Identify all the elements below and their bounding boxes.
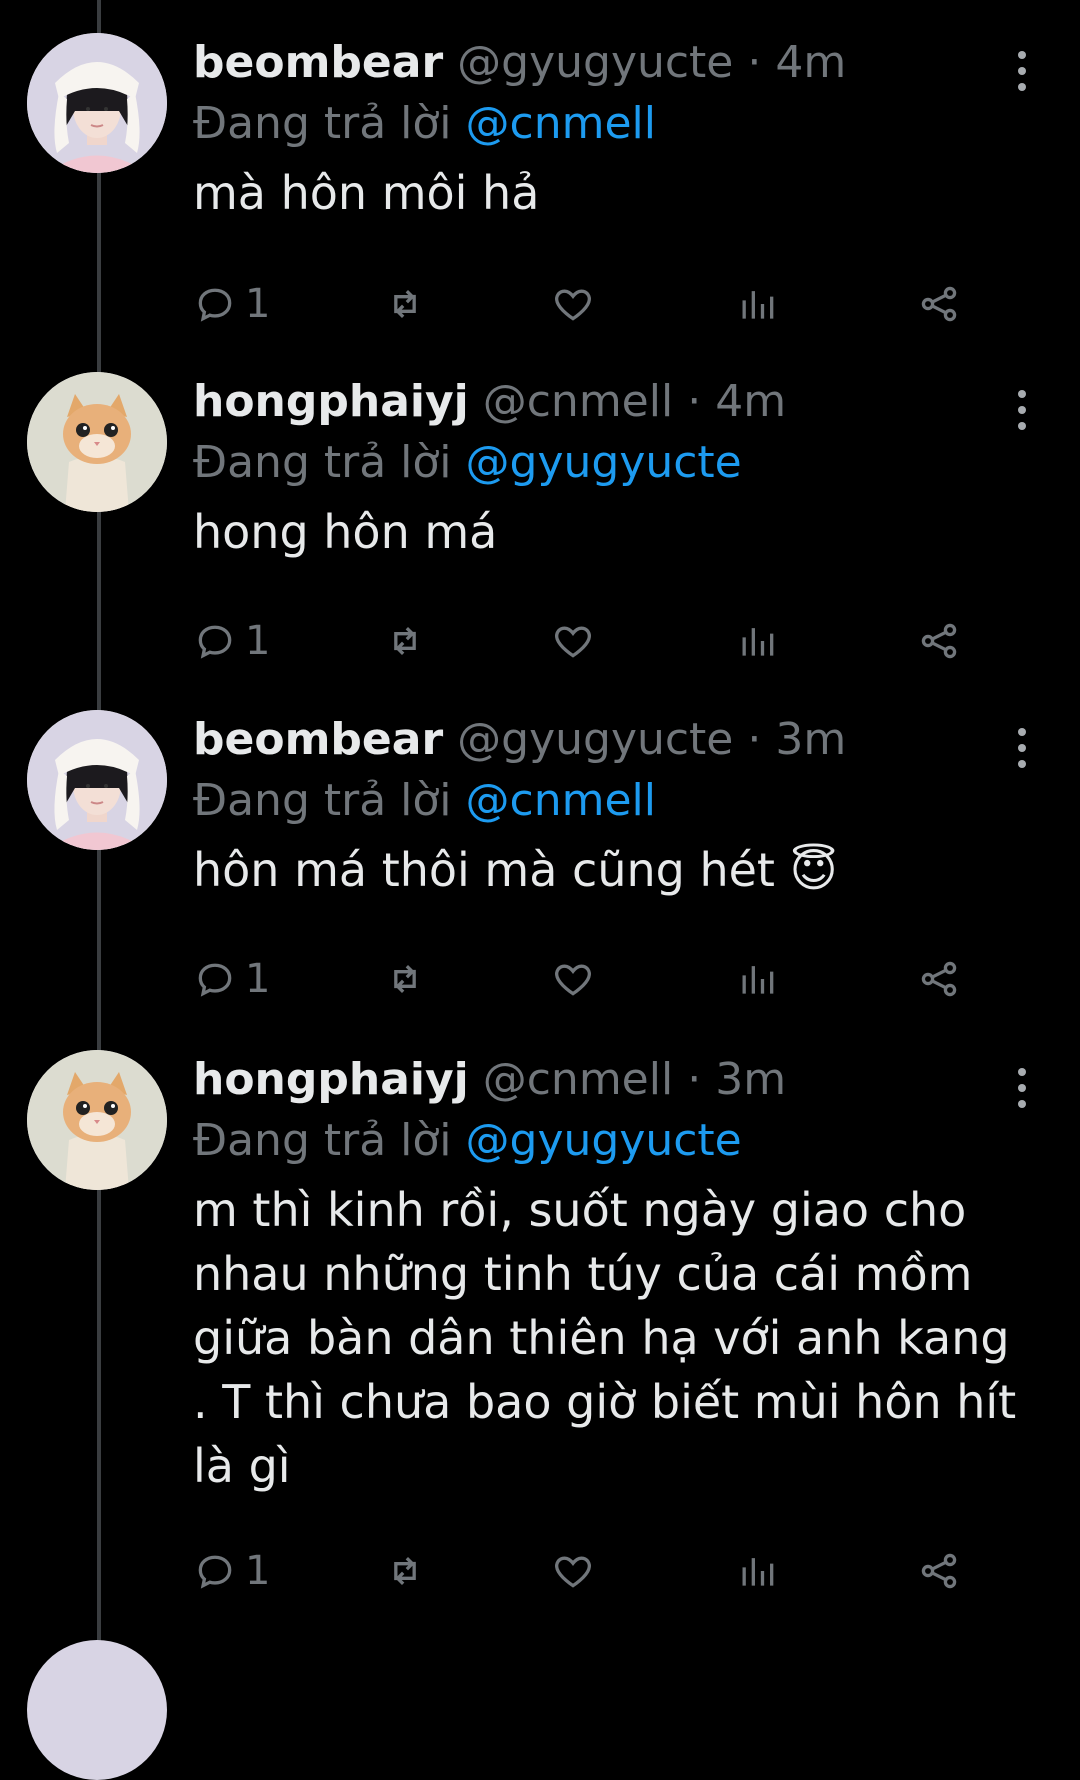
- retweet-button[interactable]: [383, 279, 427, 329]
- share-icon: [921, 286, 957, 322]
- reply-prefix: Đang trả lời: [193, 775, 452, 826]
- user-handle[interactable]: @cnmell: [483, 376, 673, 427]
- reply-mention[interactable]: @gyugyucte: [466, 1115, 742, 1166]
- reply-context: Đang trả lời @gyugyucte: [193, 1110, 1020, 1172]
- more-options-icon[interactable]: [1010, 51, 1034, 91]
- retweet-icon: [394, 626, 416, 656]
- timestamp[interactable]: 4m: [775, 37, 846, 88]
- avatar[interactable]: [27, 710, 167, 850]
- reply-mention[interactable]: @cnmell: [466, 98, 656, 149]
- views-button[interactable]: [735, 616, 779, 666]
- views-button[interactable]: [735, 1546, 779, 1596]
- retweet-button[interactable]: [383, 954, 427, 1004]
- tweet-text: mà hôn môi hả: [193, 166, 540, 220]
- share-icon: [921, 623, 957, 659]
- bar-chart-icon: [742, 291, 774, 319]
- reply-button[interactable]: 1: [193, 616, 270, 666]
- reply-button[interactable]: 1: [193, 954, 270, 1004]
- reply-icon: [198, 963, 232, 997]
- reply-count: 1: [245, 956, 271, 1002]
- reply-count: 1: [245, 281, 271, 327]
- views-button[interactable]: [735, 279, 779, 329]
- retweet-button[interactable]: [383, 1546, 427, 1596]
- bar-chart-icon: [742, 628, 774, 656]
- avatar[interactable]: [27, 1050, 167, 1190]
- reply-mention[interactable]: @gyugyucte: [466, 437, 742, 488]
- share-button[interactable]: [917, 279, 961, 329]
- like-button[interactable]: [551, 616, 595, 666]
- reply-count: 1: [245, 618, 271, 664]
- reply-count: 1: [245, 1548, 271, 1594]
- separator-dot: ·: [687, 1054, 702, 1105]
- timestamp[interactable]: 4m: [715, 376, 786, 427]
- avatar[interactable]: [27, 33, 167, 173]
- views-button[interactable]: [735, 954, 779, 1004]
- heart-icon: [555, 1556, 591, 1588]
- avatar[interactable]: [27, 372, 167, 512]
- retweet-icon: [394, 964, 416, 994]
- reply-icon: [198, 1555, 232, 1589]
- user-handle[interactable]: @gyugyucte: [457, 37, 733, 88]
- reply-icon: [198, 288, 232, 322]
- reply-prefix: Đang trả lời: [193, 1115, 452, 1166]
- display-name[interactable]: hongphaiyj: [193, 1054, 469, 1105]
- user-handle[interactable]: @gyugyucte: [457, 714, 733, 765]
- reply-context: Đang trả lời @gyugyucte: [193, 432, 1020, 494]
- share-button[interactable]: [917, 954, 961, 1004]
- display-name[interactable]: hongphaiyj: [193, 376, 469, 427]
- tweet-actions: 1: [193, 1546, 1023, 1596]
- avatar[interactable]: [27, 1640, 167, 1780]
- tweet-actions: 1: [193, 954, 1023, 1004]
- retweet-button[interactable]: [383, 616, 427, 666]
- separator-dot: ·: [687, 376, 702, 427]
- bar-chart-icon: [742, 966, 774, 994]
- display-name[interactable]: beombear: [193, 714, 443, 765]
- tweet-actions: 1: [193, 279, 1023, 329]
- timestamp[interactable]: 3m: [715, 1054, 786, 1105]
- heart-icon: [555, 626, 591, 658]
- heart-icon: [555, 289, 591, 321]
- reply-icon: [198, 625, 232, 659]
- reply-context: Đang trả lời @cnmell: [193, 93, 1020, 155]
- like-button[interactable]: [551, 1546, 595, 1596]
- more-options-icon[interactable]: [1010, 1068, 1034, 1108]
- tweet-text: m thì kinh rồi, suốt ngày giao cho nhau …: [193, 1183, 1017, 1493]
- reply-button[interactable]: 1: [193, 279, 270, 329]
- more-options-icon[interactable]: [1010, 728, 1034, 768]
- like-button[interactable]: [551, 279, 595, 329]
- bar-chart-icon: [742, 1558, 774, 1586]
- share-icon: [921, 1553, 957, 1589]
- share-button[interactable]: [917, 1546, 961, 1596]
- separator-dot: ·: [747, 37, 762, 88]
- share-button[interactable]: [917, 616, 961, 666]
- like-button[interactable]: [551, 954, 595, 1004]
- retweet-icon: [394, 1556, 416, 1586]
- reply-prefix: Đang trả lời: [193, 98, 452, 149]
- more-options-icon[interactable]: [1010, 390, 1034, 430]
- tweet-actions: 1: [193, 616, 1023, 666]
- tweet-text: hong hôn má: [193, 505, 498, 559]
- retweet-icon: [394, 289, 416, 319]
- separator-dot: ·: [747, 714, 762, 765]
- tweet-text: hôn má thôi mà cũng hét 😇: [193, 843, 838, 897]
- user-handle[interactable]: @cnmell: [483, 1054, 673, 1105]
- reply-context: Đang trả lời @cnmell: [193, 770, 1020, 832]
- heart-icon: [555, 964, 591, 996]
- share-icon: [921, 961, 957, 997]
- timestamp[interactable]: 3m: [775, 714, 846, 765]
- display-name[interactable]: beombear: [193, 37, 443, 88]
- reply-mention[interactable]: @cnmell: [466, 775, 656, 826]
- reply-button[interactable]: 1: [193, 1546, 270, 1596]
- reply-prefix: Đang trả lời: [193, 437, 452, 488]
